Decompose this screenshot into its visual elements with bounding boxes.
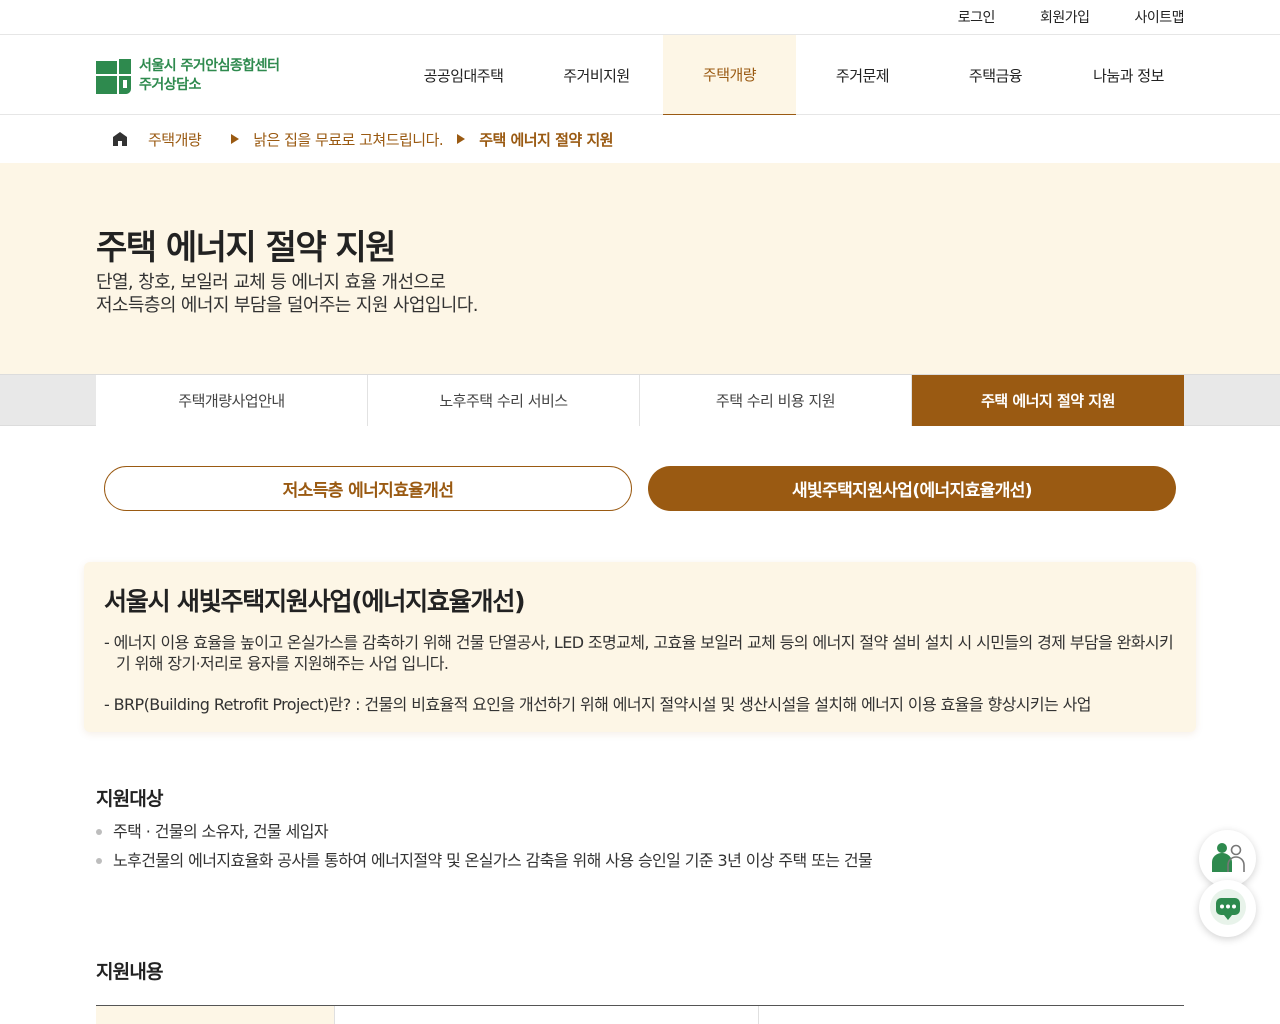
chatbot-button[interactable] [1199, 880, 1256, 937]
intro-box: 서울시 새빛주택지원사업(에너지효율개선) - 에너지 이용 효율을 높이고 온… [84, 562, 1196, 732]
target-section-title: 지원대상 [96, 788, 164, 810]
breadcrumb: 주택개량 낡은 집을 무료로 고쳐드립니다. 주택 에너지 절약 지원 [0, 115, 1280, 163]
intro-title: 서울시 새빛주택지원사업(에너지효율개선) [104, 587, 526, 616]
home-icon[interactable] [112, 131, 128, 147]
counselor-icon [1209, 838, 1247, 880]
page-title: 주택 에너지 절약 지원 [96, 228, 397, 268]
breadcrumb-arrow-icon [457, 134, 466, 144]
sub-tabs-bar: 주택개량사업안내 노후주택 수리 서비스 주택 수리 비용 지원 주택 에너지 … [0, 374, 1280, 426]
logo-line-1: 서울시 주거안심종합센터 [139, 58, 280, 74]
site-logo[interactable]: 서울시 주거안심종합센터 주거상담소 [96, 57, 280, 95]
intro-paragraph-1: - 에너지 이용 효율을 높이고 온실가스를 감축하기 위해 건물 단열공사, … [104, 633, 1174, 673]
sitemap-link[interactable]: 사이트맵 [1134, 7, 1184, 27]
utility-bar: 로그인 회원가입 사이트맵 [0, 0, 1280, 35]
nav-housing-improvement[interactable]: 주택개량 [663, 35, 796, 115]
page-description-line-2: 저소득층의 에너지 부담을 덜어주는 지원 사업입니다. [96, 295, 478, 316]
content-section-title: 지원내용 [96, 961, 164, 983]
nav-housing-issues[interactable]: 주거문제 [796, 35, 929, 115]
page-hero: 주택 에너지 절약 지원 단열, 창호, 보일러 교체 등 에너지 효율 개선으… [0, 163, 1280, 374]
low-income-energy-button[interactable]: 저소득층 에너지효율개선 [104, 466, 632, 511]
breadcrumb-current: 주택 에너지 절약 지원 [479, 130, 614, 149]
signup-link[interactable]: 회원가입 [1040, 7, 1090, 27]
breadcrumb-item-1[interactable]: 주택개량 [148, 129, 202, 150]
intro-paragraph-2: - BRP(Building Retrofit Project)란? : 건물의… [104, 695, 1091, 714]
utility-links: 로그인 회원가입 사이트맵 [913, 7, 1185, 27]
target-list: 주택 · 건물의 소유자, 건물 세입자 노후건물의 에너지효율화 공사를 통하… [96, 817, 873, 875]
page-description-line-1: 단열, 창호, 보일러 교체 등 에너지 효율 개선으로 [96, 272, 446, 293]
saebit-housing-button[interactable]: 새빛주택지원사업(에너지효율개선) [648, 466, 1176, 511]
tab-repair-cost-support[interactable]: 주택 수리 비용 지원 [640, 375, 912, 426]
table-header-cell [96, 1006, 335, 1024]
breadcrumb-item-2[interactable]: 낡은 집을 무료로 고쳐드립니다. [253, 129, 443, 150]
tab-improvement-guide[interactable]: 주택개량사업안내 [96, 375, 368, 426]
chatbot-icon [1208, 887, 1248, 931]
login-link[interactable]: 로그인 [958, 7, 996, 27]
logo-house-icon [96, 58, 131, 94]
page-description: 단열, 창호, 보일러 교체 등 에너지 효율 개선으로 저소득층의 에너지 부… [96, 271, 478, 317]
main-nav: 공공임대주택 주거비지원 주택개량 주거문제 주택금융 나눔과 정보 [397, 35, 1195, 115]
program-toggle: 저소득층 에너지효율개선 새빛주택지원사업(에너지효율개선) [104, 466, 1176, 511]
nav-housing-cost[interactable]: 주거비지원 [530, 35, 663, 115]
breadcrumb-arrow-icon [231, 134, 240, 144]
list-item: 노후건물의 에너지효율화 공사를 통하여 에너지절약 및 온실가스 감축을 위해… [96, 846, 873, 875]
counselor-button[interactable] [1199, 830, 1256, 887]
support-content-table [96, 1005, 1184, 1024]
logo-line-2: 주거상담소 [139, 77, 201, 93]
nav-sharing-info[interactable]: 나눔과 정보 [1062, 35, 1195, 115]
table-header-cell [759, 1006, 1184, 1024]
site-header: 서울시 주거안심종합센터 주거상담소 공공임대주택 주거비지원 주택개량 주거문… [0, 35, 1280, 115]
list-item: 주택 · 건물의 소유자, 건물 세입자 [96, 817, 872, 846]
tab-old-house-repair[interactable]: 노후주택 수리 서비스 [368, 375, 640, 426]
nav-housing-finance[interactable]: 주택금융 [929, 35, 1062, 115]
tab-energy-saving[interactable]: 주택 에너지 절약 지원 [912, 375, 1184, 426]
sub-tabs: 주택개량사업안내 노후주택 수리 서비스 주택 수리 비용 지원 주택 에너지 … [96, 375, 1184, 426]
nav-public-rental[interactable]: 공공임대주택 [397, 35, 530, 115]
table-header-cell [335, 1006, 759, 1024]
